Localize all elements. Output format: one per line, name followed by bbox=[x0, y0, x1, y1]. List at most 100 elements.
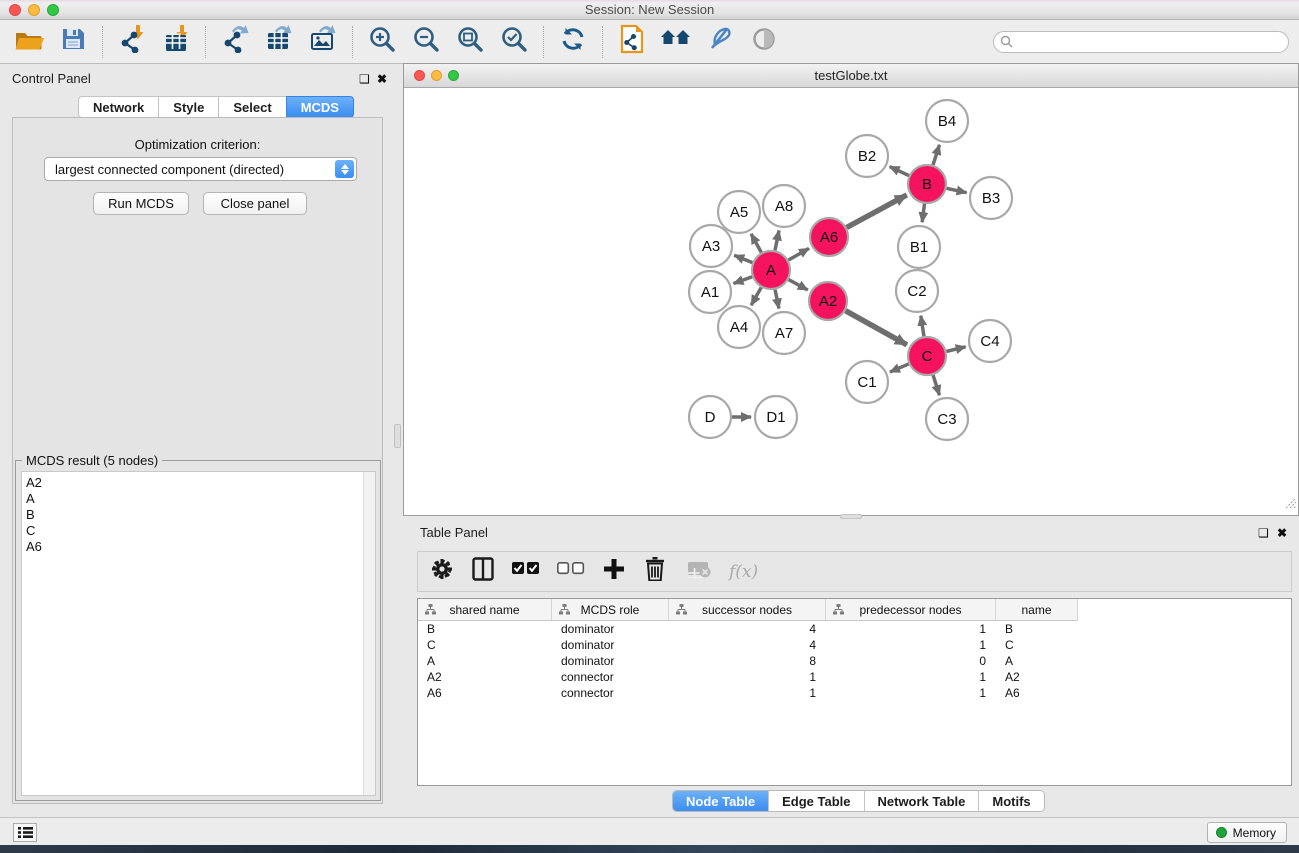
graph-node-C2[interactable]: C2 bbox=[896, 270, 938, 312]
select-all-button[interactable] bbox=[512, 558, 540, 586]
table-cell[interactable]: 1 bbox=[669, 669, 826, 685]
network-minimize-icon[interactable] bbox=[431, 70, 442, 81]
export-network-button[interactable] bbox=[220, 27, 250, 57]
network-file-button[interactable] bbox=[617, 27, 647, 57]
table-cell[interactable]: A bbox=[996, 653, 1078, 669]
tab-edge-table[interactable]: Edge Table bbox=[769, 791, 864, 811]
mcds-result-list[interactable]: A2ABCA6 bbox=[21, 471, 376, 796]
delete-table-button[interactable] bbox=[684, 558, 712, 586]
table-row[interactable]: Cdominator41C bbox=[418, 637, 1291, 653]
table-cell[interactable]: 1 bbox=[826, 621, 996, 637]
table-cell[interactable]: connector bbox=[552, 685, 669, 701]
edge-C-C2[interactable] bbox=[921, 316, 924, 337]
mcds-result-item[interactable]: C bbox=[26, 523, 375, 539]
edge-A-A5[interactable] bbox=[751, 234, 761, 253]
edge-B-B1[interactable] bbox=[922, 204, 924, 222]
split-pane-divider-handle[interactable] bbox=[394, 424, 401, 448]
table-cell[interactable]: 4 bbox=[669, 637, 826, 653]
graph-node-D[interactable]: D bbox=[689, 396, 731, 438]
edge-A-A8[interactable] bbox=[775, 230, 779, 250]
table-cell[interactable]: 1 bbox=[669, 685, 826, 701]
control-panel-float-icon[interactable]: ❑ bbox=[359, 72, 370, 86]
table-cell[interactable]: dominator bbox=[552, 653, 669, 669]
table-cell[interactable]: B bbox=[996, 621, 1078, 637]
edge-C-C3[interactable] bbox=[933, 375, 939, 395]
table-cell[interactable]: connector bbox=[552, 669, 669, 685]
network-close-icon[interactable] bbox=[414, 70, 425, 81]
resize-grip-icon[interactable] bbox=[1283, 496, 1297, 514]
edge-C-C1[interactable] bbox=[890, 364, 909, 372]
save-session-button[interactable] bbox=[58, 27, 88, 57]
table-row[interactable]: A2connector11A2 bbox=[418, 669, 1291, 685]
export-table-button[interactable] bbox=[264, 27, 294, 57]
horizontal-divider-handle[interactable] bbox=[840, 514, 862, 519]
column-header-name[interactable]: name bbox=[996, 599, 1078, 621]
graph-node-B1[interactable]: B1 bbox=[898, 226, 940, 268]
table-cell[interactable]: A bbox=[418, 653, 552, 669]
table-cell[interactable]: 4 bbox=[669, 621, 826, 637]
table-row[interactable]: A6connector11A6 bbox=[418, 685, 1291, 701]
zoom-out-button[interactable] bbox=[411, 27, 441, 57]
edge-B-B4[interactable] bbox=[933, 145, 939, 165]
table-panel-float-icon[interactable]: ❑ bbox=[1258, 526, 1269, 540]
table-cell[interactable]: C bbox=[418, 637, 552, 653]
graph-node-B2[interactable]: B2 bbox=[846, 135, 888, 177]
graph-node-A[interactable]: A bbox=[752, 251, 790, 289]
edge-A6-B[interactable] bbox=[847, 195, 907, 228]
edge-A-A1[interactable] bbox=[734, 277, 753, 284]
export-image-button[interactable] bbox=[308, 27, 338, 57]
run-mcds-button[interactable]: Run MCDS bbox=[93, 192, 189, 215]
table-cell[interactable]: A6 bbox=[996, 685, 1078, 701]
open-session-button[interactable] bbox=[14, 27, 44, 57]
graph-node-A7[interactable]: A7 bbox=[763, 312, 805, 354]
zoom-selected-button[interactable] bbox=[499, 27, 529, 57]
edge-C-C4[interactable] bbox=[946, 347, 965, 352]
table-row[interactable]: Bdominator41B bbox=[418, 621, 1291, 637]
column-header-MCDS-role[interactable]: MCDS role bbox=[552, 599, 669, 621]
graph-node-B3[interactable]: B3 bbox=[970, 177, 1012, 219]
gear-button[interactable] bbox=[430, 558, 454, 586]
column-header-successor-nodes[interactable]: successor nodes bbox=[669, 599, 826, 621]
graph-node-A5[interactable]: A5 bbox=[718, 191, 760, 233]
table-cell[interactable]: 1 bbox=[826, 685, 996, 701]
close-panel-button[interactable]: Close panel bbox=[203, 192, 307, 215]
graph-node-D1[interactable]: D1 bbox=[755, 396, 797, 438]
minimize-window-icon[interactable] bbox=[28, 4, 40, 16]
graph-node-C3[interactable]: C3 bbox=[926, 398, 968, 440]
columns-button[interactable] bbox=[471, 558, 495, 586]
graph-node-C4[interactable]: C4 bbox=[969, 320, 1011, 362]
graph-node-A3[interactable]: A3 bbox=[690, 225, 732, 267]
table-row[interactable]: Adominator80A bbox=[418, 653, 1291, 669]
table-panel-close-icon[interactable]: ✖ bbox=[1277, 526, 1287, 540]
tab-motifs[interactable]: Motifs bbox=[979, 791, 1043, 811]
import-table-button[interactable] bbox=[161, 27, 191, 57]
table-cell[interactable]: 1 bbox=[826, 637, 996, 653]
delete-button[interactable] bbox=[643, 558, 667, 586]
search-input[interactable] bbox=[993, 31, 1289, 53]
memory-button[interactable]: Memory bbox=[1207, 822, 1287, 843]
table-cell[interactable]: 8 bbox=[669, 653, 826, 669]
table-cell[interactable]: A6 bbox=[418, 685, 552, 701]
edge-B-B2[interactable] bbox=[890, 167, 909, 176]
column-header-predecessor-nodes[interactable]: predecessor nodes bbox=[826, 599, 996, 621]
deselect-all-button[interactable] bbox=[557, 558, 585, 586]
mcds-result-item[interactable]: B bbox=[26, 507, 375, 523]
table-cell[interactable]: C bbox=[996, 637, 1078, 653]
tab-select[interactable]: Select bbox=[218, 96, 286, 118]
edge-A2-C[interactable] bbox=[845, 311, 906, 345]
control-panel-close-icon[interactable]: ✖ bbox=[377, 72, 387, 86]
refresh-layout-button[interactable] bbox=[558, 27, 588, 57]
tab-network[interactable]: Network bbox=[78, 96, 159, 118]
table-cell[interactable]: dominator bbox=[552, 637, 669, 653]
column-header-shared-name[interactable]: shared name bbox=[418, 599, 552, 621]
graph-node-A2[interactable]: A2 bbox=[809, 282, 847, 320]
zoom-fit-button[interactable] bbox=[455, 27, 485, 57]
cybrowser-home-button[interactable] bbox=[661, 27, 691, 57]
add-column-button[interactable] bbox=[602, 558, 626, 586]
edge-A-A2[interactable] bbox=[789, 280, 808, 290]
table-cell[interactable]: B bbox=[418, 621, 552, 637]
graph-node-C[interactable]: C bbox=[908, 337, 946, 375]
table-cell[interactable]: 0 bbox=[826, 653, 996, 669]
network-canvas[interactable]: B4B2BB3B1A5A8A6A3AA1A2C2A4A7C4CC1C3DD1 bbox=[404, 88, 1298, 515]
close-window-icon[interactable] bbox=[9, 4, 21, 16]
